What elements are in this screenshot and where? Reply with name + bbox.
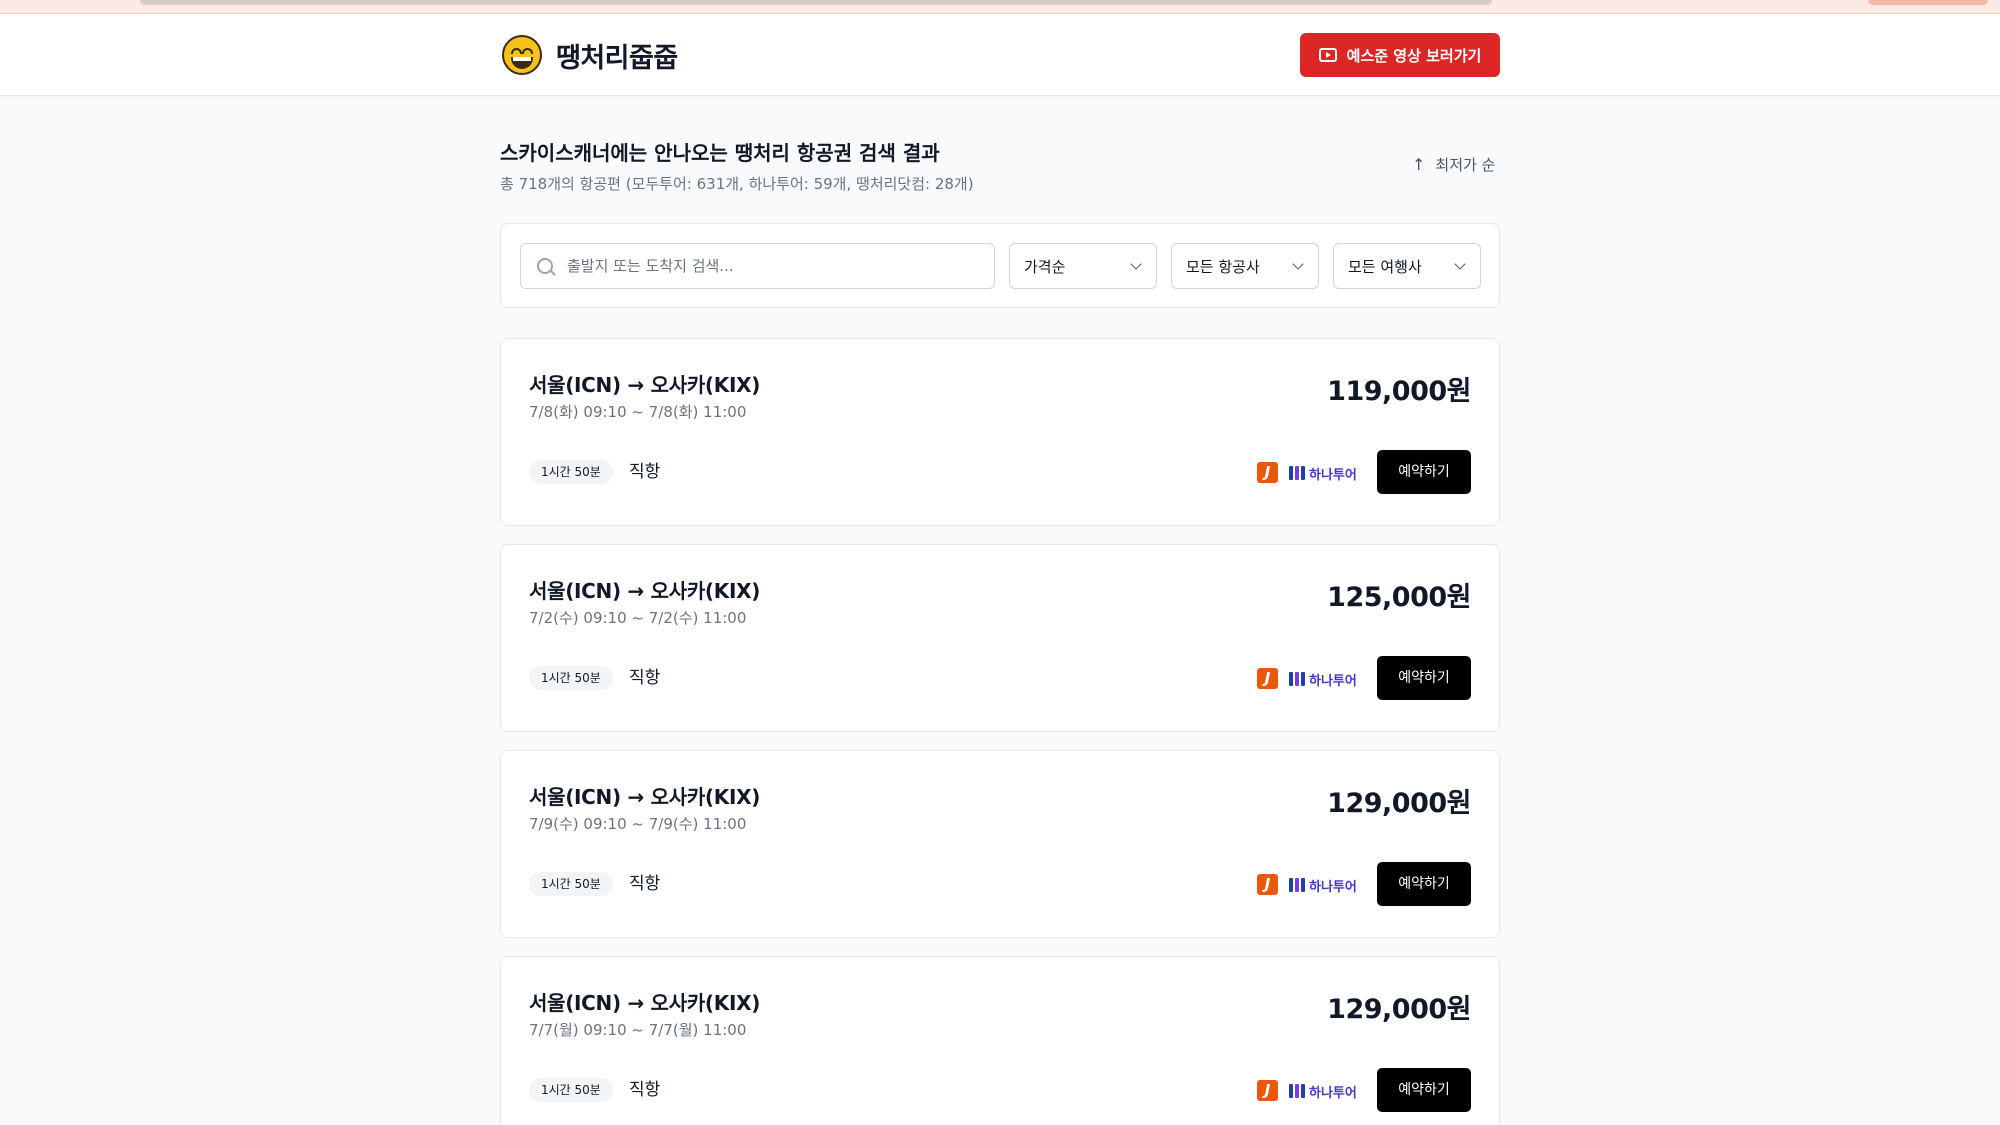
hanatour-mark-icon (1289, 466, 1305, 480)
search-icon (537, 258, 553, 274)
modutour-logo-icon: J (1257, 874, 1278, 895)
logo-text: 땡처리줍줍 (556, 42, 678, 74)
browser-action-pill (1868, 0, 1988, 5)
hanatour-logo: 하나투어 (1289, 463, 1357, 483)
flight-times: 7/9(수) 09:10 ~ 7/9(수) 11:00 (529, 815, 747, 833)
watch-video-label: 예스준 영상 보러가기 (1346, 46, 1482, 65)
hanatour-label: 하나투어 (1309, 467, 1357, 483)
chevron-down-icon (1130, 258, 1142, 270)
flight-times: 7/7(월) 09:10 ~ 7/7(월) 11:00 (529, 1021, 747, 1039)
browser-top-strip (0, 0, 2000, 14)
flight-card: 서울(ICN) → 오사카(KIX) 7/9(수) 09:10 ~ 7/9(수)… (500, 750, 1500, 938)
sort-select[interactable]: 가격순 (1009, 243, 1157, 289)
flight-times: 7/8(화) 09:10 ~ 7/8(화) 11:00 (529, 403, 747, 421)
search-input[interactable] (567, 257, 987, 275)
stops-label: 직항 (629, 668, 661, 688)
hanatour-logo: 하나투어 (1289, 669, 1357, 689)
book-button[interactable]: 예약하기 (1377, 1068, 1471, 1112)
stops-label: 직항 (629, 874, 661, 894)
arrow-up-icon: ↑ (1412, 154, 1426, 174)
hanatour-label: 하나투어 (1309, 1085, 1357, 1101)
results-summary: 총 718개의 항공편 (모두투어: 631개, 하나투어: 59개, 땡처리닷… (500, 175, 974, 193)
hanatour-logo: 하나투어 (1289, 1081, 1357, 1101)
hanatour-mark-icon (1289, 878, 1305, 892)
flight-route: 서울(ICN) → 오사카(KIX) (529, 785, 761, 809)
hanatour-logo: 하나투어 (1289, 875, 1357, 895)
chevron-down-icon (1454, 258, 1466, 270)
flight-price: 119,000원 (1327, 376, 1471, 407)
book-button[interactable]: 예약하기 (1377, 450, 1471, 494)
browser-address-bar (140, 0, 1492, 5)
flight-card: 서울(ICN) → 오사카(KIX) 7/2(수) 09:10 ~ 7/2(수)… (500, 544, 1500, 732)
sort-order-label: 최저가 순 (1435, 155, 1496, 174)
hanatour-label: 하나투어 (1309, 673, 1357, 689)
flight-price: 129,000원 (1327, 994, 1471, 1025)
flight-times: 7/2(수) 09:10 ~ 7/2(수) 11:00 (529, 609, 747, 627)
site-logo[interactable]: 땡처리줍줍 (502, 34, 678, 76)
laughing-face-icon (502, 35, 542, 75)
flight-price: 125,000원 (1327, 582, 1471, 613)
flight-route: 서울(ICN) → 오사카(KIX) (529, 373, 761, 397)
hanatour-mark-icon (1289, 672, 1305, 686)
agency-select-value: 모든 여행사 (1348, 257, 1422, 276)
modutour-logo-icon: J (1257, 668, 1278, 689)
hanatour-label: 하나투어 (1309, 879, 1357, 895)
book-button[interactable]: 예약하기 (1377, 862, 1471, 906)
duration-badge: 1시간 50분 (529, 666, 613, 690)
duration-badge: 1시간 50분 (529, 1078, 613, 1102)
modutour-logo-icon: J (1257, 462, 1278, 483)
sort-select-value: 가격순 (1024, 257, 1066, 276)
stops-label: 직항 (629, 462, 661, 482)
flight-route: 서울(ICN) → 오사카(KIX) (529, 991, 761, 1015)
modutour-logo-icon: J (1257, 1080, 1278, 1101)
book-button[interactable]: 예약하기 (1377, 656, 1471, 700)
video-play-icon (1318, 48, 1337, 62)
airline-select[interactable]: 모든 항공사 (1171, 243, 1319, 289)
airline-select-value: 모든 항공사 (1186, 257, 1260, 276)
filter-panel: 가격순 모든 항공사 모든 여행사 (500, 223, 1500, 308)
sort-order-toggle[interactable]: ↑ 최저가 순 (1412, 154, 1495, 174)
flight-price: 129,000원 (1327, 788, 1471, 819)
duration-badge: 1시간 50분 (529, 872, 613, 896)
flight-route: 서울(ICN) → 오사카(KIX) (529, 579, 761, 603)
watch-video-button[interactable]: 예스준 영상 보러가기 (1300, 33, 1500, 77)
page-title: 스카이스캐너에는 안나오는 땡처리 항공권 검색 결과 (500, 141, 940, 165)
site-header: 땡처리줍줍 예스준 영상 보러가기 (0, 14, 2000, 96)
stops-label: 직항 (629, 1080, 661, 1100)
flight-card: 서울(ICN) → 오사카(KIX) 7/7(월) 09:10 ~ 7/7(월)… (500, 956, 1500, 1125)
chevron-down-icon (1292, 258, 1304, 270)
hanatour-mark-icon (1289, 1084, 1305, 1098)
flight-card: 서울(ICN) → 오사카(KIX) 7/8(화) 09:10 ~ 7/8(화)… (500, 338, 1500, 526)
duration-badge: 1시간 50분 (529, 460, 613, 484)
agency-select[interactable]: 모든 여행사 (1333, 243, 1481, 289)
search-field[interactable] (520, 243, 995, 289)
